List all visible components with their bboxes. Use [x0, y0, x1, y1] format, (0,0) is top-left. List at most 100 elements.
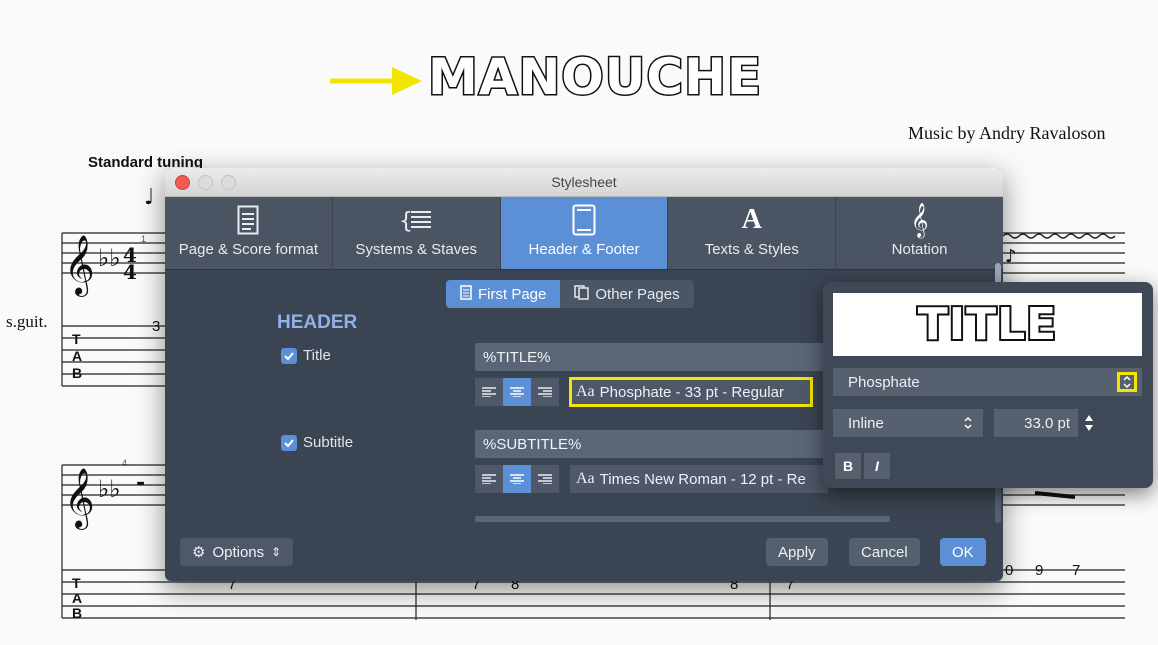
svg-text:4: 4 — [123, 260, 137, 284]
svg-text:A: A — [72, 590, 82, 606]
tab-number: 0 — [1005, 562, 1014, 579]
instrument-label: s.guit. — [6, 312, 48, 331]
checkmark-icon — [281, 434, 297, 451]
next-field-partial[interactable] — [475, 516, 890, 522]
font-size-stepper[interactable] — [1081, 410, 1097, 436]
systems-icon: { — [333, 203, 500, 237]
other-pages-segment[interactable]: Other Pages — [560, 280, 694, 308]
svg-text:𝄞: 𝄞 — [64, 235, 95, 297]
align-center-icon — [510, 387, 524, 397]
first-page-label: First Page — [478, 285, 547, 303]
tab-number: 3 — [152, 318, 161, 335]
measure-number: 4 — [122, 458, 128, 468]
page-icon — [165, 203, 332, 237]
title-checkbox-label: Title — [303, 347, 331, 364]
header-footer-icon — [501, 203, 668, 237]
svg-text:T: T — [72, 331, 81, 347]
font-family-value: Phosphate — [848, 373, 920, 391]
svg-text:B: B — [72, 365, 82, 381]
header-section-title: HEADER — [277, 312, 358, 333]
bold-button[interactable]: B — [835, 453, 861, 479]
font-family-select[interactable]: Phosphate — [833, 368, 1142, 396]
tab-header-footer[interactable]: Header & Footer — [500, 197, 669, 269]
options-label: Options — [212, 543, 265, 561]
font-aa-icon: Aa — [576, 383, 595, 400]
font-size-field[interactable]: 33.0 pt — [994, 409, 1078, 437]
tab-texts-styles[interactable]: A Texts & Styles — [668, 197, 837, 269]
svg-text:♪: ♪ — [1005, 246, 1017, 267]
treble-clef-icon: 𝄞 — [910, 202, 929, 238]
gear-icon: ⚙ — [192, 544, 206, 561]
svg-text:♩: ♩ — [144, 185, 154, 210]
font-mode-value: Inline — [848, 414, 884, 432]
chevron-updown-icon — [959, 414, 977, 432]
other-pages-label: Other Pages — [595, 285, 680, 303]
tab-label: Texts & Styles — [704, 241, 799, 258]
svg-text:-: - — [136, 471, 145, 496]
font-mode-select[interactable]: Inline — [833, 409, 983, 437]
title-alignment-group — [475, 378, 559, 406]
tab-label: Header & Footer — [528, 241, 640, 258]
options-button[interactable]: ⚙ Options ⇕ — [180, 538, 294, 566]
subtitle-font-label: Times New Roman - 12 pt - Re — [599, 470, 806, 488]
subtitle-field[interactable]: %SUBTITLE% — [475, 430, 835, 458]
tab-number: 7 — [1072, 562, 1081, 579]
other-pages-icon — [574, 284, 590, 304]
tab-page-score-format[interactable]: Page & Score format — [165, 197, 333, 269]
svg-text:A: A — [72, 348, 82, 364]
stepper-icon — [1085, 415, 1093, 431]
align-left-button[interactable] — [475, 378, 503, 406]
subtitle-checkbox[interactable]: Subtitle — [281, 434, 353, 451]
font-preview-text: TITLE — [916, 298, 1058, 350]
align-right-icon — [538, 474, 552, 484]
checkmark-icon — [281, 347, 297, 364]
svg-text:{: { — [399, 209, 413, 233]
align-right-icon — [538, 387, 552, 397]
dialog-titlebar[interactable]: Stylesheet — [165, 168, 1003, 197]
ok-button[interactable]: OK — [940, 538, 986, 566]
title-field[interactable]: %TITLE% — [475, 343, 835, 371]
tab-number: 9 — [1035, 562, 1044, 579]
svg-text:B: B — [72, 605, 82, 621]
title-checkbox[interactable]: Title — [281, 347, 331, 364]
chevron-updown-icon[interactable] — [1117, 372, 1137, 392]
tab-notation[interactable]: 𝄞 Notation — [836, 197, 1003, 269]
align-center-button[interactable] — [503, 378, 531, 406]
tab-systems-staves[interactable]: { Systems & Staves — [333, 197, 501, 269]
stylesheet-tabs: Page & Score format { Systems & Staves H… — [165, 197, 1003, 270]
align-center-button[interactable] — [503, 465, 531, 493]
align-right-button[interactable] — [531, 378, 559, 406]
svg-text:𝄞: 𝄞 — [64, 468, 95, 530]
align-left-icon — [482, 474, 496, 484]
first-page-segment[interactable]: First Page — [446, 280, 561, 308]
dialog-title: Stylesheet — [551, 174, 617, 190]
tab-label: Page & Score format — [178, 241, 319, 258]
page-segmented-control: First Page Other Pages — [446, 280, 694, 308]
text-a-icon: A — [741, 204, 762, 235]
font-preview: TITLE — [833, 293, 1142, 356]
font-aa-icon: Aa — [576, 470, 595, 487]
tab-label: Systems & Staves — [355, 241, 478, 258]
yellow-arrow-icon — [330, 67, 422, 95]
subtitle-font-selector[interactable]: Aa Times New Roman - 12 pt - Re — [570, 465, 828, 493]
chevron-updown-icon: ⇕ — [271, 545, 282, 559]
title-font-label: Phosphate - 33 pt - Regular — [599, 383, 784, 401]
align-right-button[interactable] — [531, 465, 559, 493]
italic-button[interactable]: I — [864, 453, 890, 479]
font-popover: TITLE Phosphate Inline 33.0 pt B I — [823, 282, 1153, 488]
score-title[interactable]: MANOUCHE — [426, 51, 762, 104]
align-left-button[interactable] — [475, 465, 503, 493]
cancel-button[interactable]: Cancel — [849, 538, 920, 566]
align-left-icon — [482, 387, 496, 397]
first-page-icon — [460, 284, 472, 304]
title-font-selector[interactable]: Aa Phosphate - 33 pt - Regular — [569, 377, 813, 407]
svg-text:♭♭: ♭♭ — [98, 244, 121, 272]
subtitle-alignment-group — [475, 465, 559, 493]
composer-text[interactable]: Music by Andry Ravaloson — [908, 123, 1106, 144]
subtitle-checkbox-label: Subtitle — [303, 434, 354, 451]
svg-text:♭♭: ♭♭ — [98, 475, 121, 503]
apply-button[interactable]: Apply — [766, 538, 828, 566]
svg-text:T: T — [72, 575, 81, 591]
tab-label: Notation — [891, 241, 948, 258]
align-center-icon — [510, 474, 524, 484]
